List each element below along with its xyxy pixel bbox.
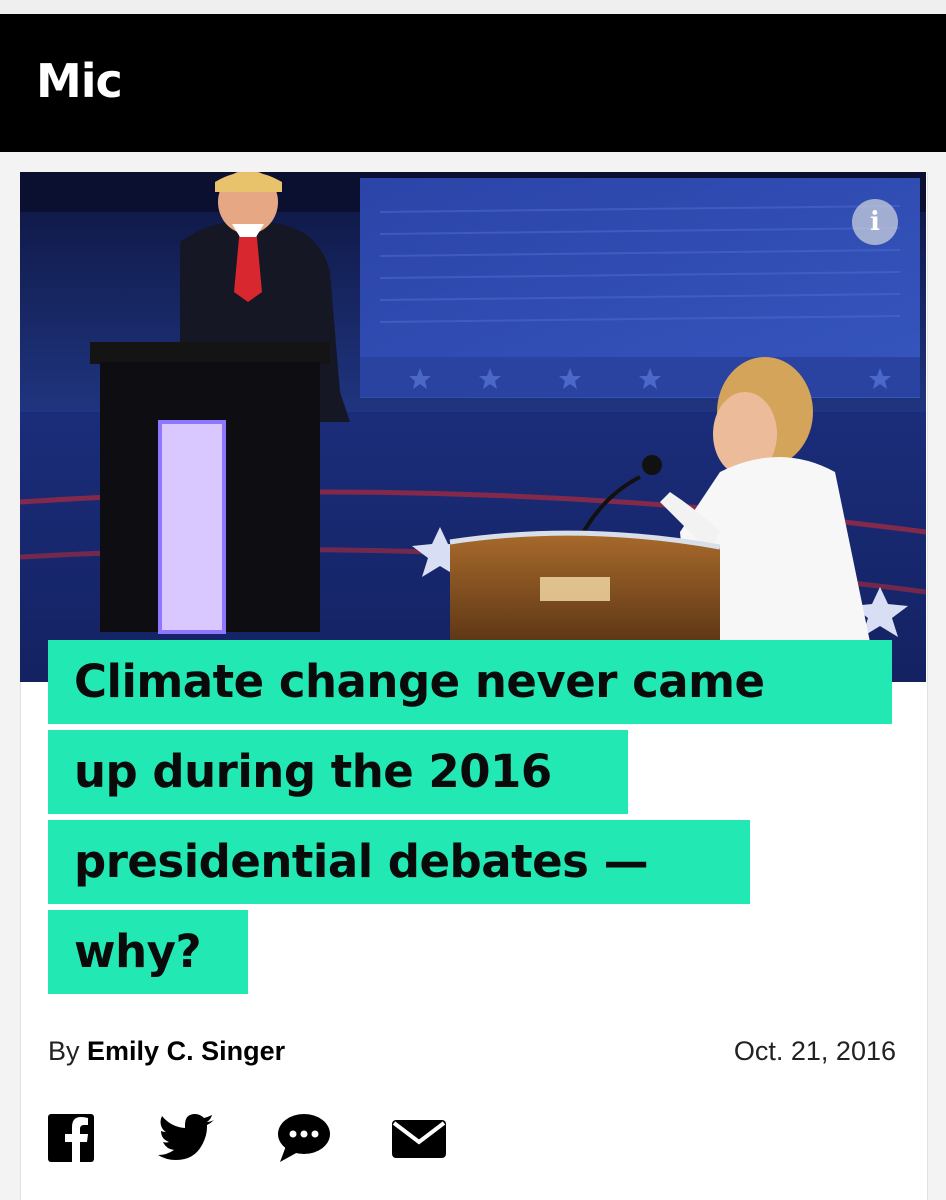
hero-image[interactable] (20, 172, 926, 682)
top-border (0, 0, 946, 14)
email-icon[interactable] (390, 1112, 448, 1164)
facebook-icon[interactable] (48, 1112, 96, 1164)
byline-prefix: By (48, 1036, 80, 1066)
headline-line-4: why? (48, 910, 248, 994)
mic-logo[interactable]: Mic (36, 54, 123, 108)
headline-line-1: Climate change never came (48, 640, 892, 724)
headline-line-3: presidential debates — (48, 820, 750, 904)
comment-icon[interactable] (276, 1112, 332, 1164)
site-header: Mic (0, 14, 946, 152)
headline-line-2: up during the 2016 (48, 730, 628, 814)
publish-date: Oct. 21, 2016 (733, 1036, 896, 1066)
info-icon[interactable]: i (852, 199, 898, 245)
author-name[interactable]: Emily C. Singer (87, 1036, 285, 1066)
debate-photo (20, 172, 926, 682)
byline: By Emily C. Singer (48, 1036, 285, 1067)
twitter-icon[interactable] (156, 1112, 216, 1164)
